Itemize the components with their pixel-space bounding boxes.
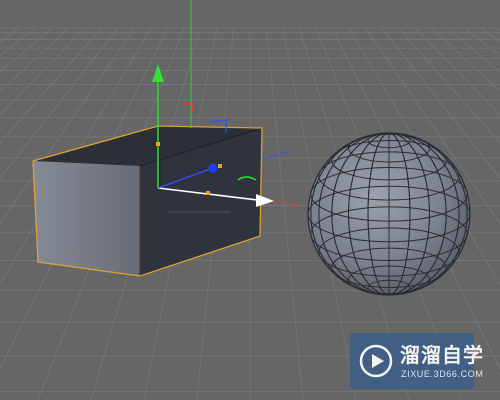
watermark-title: 溜溜自学 [400, 343, 484, 367]
gizmo-z-handle[interactable] [208, 163, 218, 173]
sphere-object[interactable] [307, 132, 471, 296]
watermark-badge: 溜溜自学 ZIXUE.3D66.COM [350, 333, 483, 389]
play-icon [359, 344, 393, 378]
watermark-url: ZIXUE.3D66.COM [401, 369, 484, 379]
